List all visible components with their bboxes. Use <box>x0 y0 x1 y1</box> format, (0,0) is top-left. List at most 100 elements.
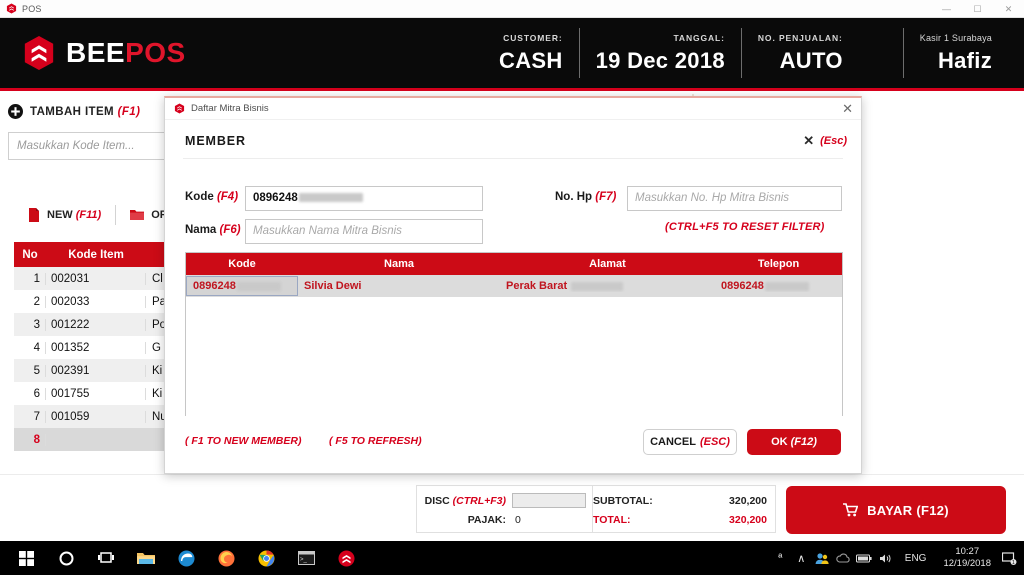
pos-application: POS — ☐ ✕ BEEPOS CUSTOMER: CASH TANGGAL:… <box>0 0 1024 575</box>
open-folder-icon <box>130 210 145 220</box>
mitra-bisnis-grid: Kode Nama Alamat Telepon 0896248 Silvia … <box>185 252 843 417</box>
row-no: 2 <box>14 295 46 308</box>
kode-input-field[interactable]: 0896248 <box>245 186 483 211</box>
beepos-app-icon[interactable] <box>326 541 366 575</box>
tanggal-value: 19 Dec 2018 <box>595 47 725 73</box>
ok-button[interactable]: OK (F12) <box>747 429 841 455</box>
row-no: 4 <box>14 341 46 354</box>
column-telepon: Telepon <box>757 258 800 270</box>
header-field-customer: CUSTOMER: CASH <box>483 28 579 78</box>
cancel-button[interactable]: CANCEL (ESC) <box>643 429 737 455</box>
modal-close-icon[interactable]: ✕ <box>842 100 853 118</box>
tambah-item-button[interactable]: TAMBAH ITEM (F1) <box>8 104 140 119</box>
new-button[interactable]: NEW (F11) <box>14 202 115 228</box>
kasir-value: Hafiz <box>937 47 992 73</box>
tambah-item-label: TAMBAH ITEM (F1) <box>30 105 141 118</box>
row-no: 1 <box>14 272 46 285</box>
refresh-hint: ( F5 TO REFRESH) <box>329 435 422 447</box>
window-title-label: POS <box>22 3 42 14</box>
pajak-row: PAJAK: 0 <box>417 510 586 529</box>
document-toolbar: NEW (F11) OP <box>14 202 181 228</box>
chrome-browser-icon[interactable] <box>246 541 286 575</box>
beepos-icon <box>6 3 17 14</box>
modal-heading-row: MEMBER ✕ (Esc) <box>165 120 861 149</box>
column-no: No <box>22 248 38 261</box>
subtotal-value: 320,200 <box>729 494 767 507</box>
new-button-label: NEW (F11) <box>47 209 102 221</box>
table-row[interactable]: 0896248 Silvia Dewi Perak Barat 0896248 <box>186 275 842 297</box>
modal-esc-button[interactable]: ✕ (Esc) <box>803 133 847 149</box>
volume-icon[interactable] <box>875 541 896 575</box>
total-value: 320,200 <box>729 513 767 526</box>
svg-text:>_: >_ <box>300 557 308 563</box>
totals-right: SUBTOTAL: 320,200 TOTAL: 320,200 <box>593 486 775 532</box>
row-kode: 002031 <box>46 272 146 285</box>
header-field-kasir: Kasir 1 Surabaya Hafiz <box>904 28 1008 78</box>
disc-label: DISC (CTRL+F3) <box>424 494 506 507</box>
plus-circle-icon <box>8 104 23 119</box>
header-fields: CUSTOMER: CASH TANGGAL: 19 Dec 2018 NO. … <box>483 17 1024 90</box>
row-kode: 002391 <box>46 364 146 377</box>
firefox-browser-icon[interactable] <box>206 541 246 575</box>
windows-start-icon[interactable] <box>6 541 46 575</box>
bayar-button[interactable]: BAYAR (F12) <box>786 486 1006 534</box>
clock-date: 12/19/2018 <box>943 558 991 569</box>
total-row: TOTAL: 320,200 <box>593 510 767 529</box>
app-header: BEEPOS CUSTOMER: CASH TANGGAL: 19 Dec 20… <box>0 18 1024 91</box>
modal-filter-form: Kode (F4) 0896248 Nama (F6) Masukkan Nam… <box>165 169 861 245</box>
redacted-text <box>571 281 624 291</box>
redacted-text <box>298 193 363 203</box>
customer-value: CASH <box>499 47 563 73</box>
clock-time: 10:27 <box>955 546 980 557</box>
terminal-icon[interactable]: >_ <box>286 541 326 575</box>
notification-icon[interactable]: 1 <box>999 541 1020 575</box>
column-kode-item: Kode Item <box>68 248 124 261</box>
disc-input[interactable] <box>512 493 586 508</box>
logo-bee-text: BEE <box>66 37 126 68</box>
column-kode: Kode <box>228 258 256 270</box>
row-no: 6 <box>14 387 46 400</box>
pajak-value: 0 <box>515 513 521 526</box>
people-icon[interactable] <box>812 541 833 575</box>
hp-input-field[interactable]: Masukkan No. Hp Mitra Bisnis <box>627 186 842 211</box>
row-no: 3 <box>14 318 46 331</box>
row-no: 8 <box>14 433 46 446</box>
edge-browser-icon[interactable] <box>166 541 206 575</box>
close-x-icon: ✕ <box>803 133 815 148</box>
cortana-search-icon[interactable] <box>46 541 86 575</box>
row-no: 7 <box>14 410 46 423</box>
mitra-grid-header: Kode Nama Alamat Telepon <box>186 253 842 275</box>
new-member-hint: ( F1 TO NEW MEMBER) <box>185 435 302 447</box>
maximize-button[interactable]: ☐ <box>962 0 993 18</box>
onedrive-icon[interactable] <box>833 541 854 575</box>
language-indicator[interactable]: ENG <box>896 553 936 564</box>
cell-nama: Silvia Dewi <box>304 280 362 292</box>
minimize-button[interactable]: — <box>931 0 962 18</box>
task-view-icon[interactable] <box>86 541 126 575</box>
column-alamat: Alamat <box>589 258 626 270</box>
subtotal-row: SUBTOTAL: 320,200 <box>593 491 767 510</box>
beepos-icon <box>174 103 185 114</box>
chevron-up-icon[interactable]: ∧ <box>791 541 812 575</box>
app-logo-text: BEEPOS <box>66 37 186 69</box>
file-explorer-icon[interactable] <box>126 541 166 575</box>
cell-kode: 0896248 <box>186 276 298 296</box>
reset-filter-hint: (CTRL+F5 TO RESET FILTER) <box>665 221 825 233</box>
row-kode: 001755 <box>46 387 146 400</box>
row-kode: 001222 <box>46 318 146 331</box>
customer-label: CUSTOMER: <box>503 32 563 43</box>
battery-icon[interactable] <box>854 541 875 575</box>
window-controls: — ☐ ✕ <box>931 0 1024 18</box>
header-field-tanggal: TANGGAL: 19 Dec 2018 <box>580 28 741 78</box>
totals-left: DISC (CTRL+F3) PAJAK: 0 <box>417 486 593 532</box>
hp-field-label: No. Hp (F7) <box>555 191 617 203</box>
pen-icon[interactable]: ª <box>770 541 791 575</box>
kode-field-label: Kode (F4) <box>185 191 239 203</box>
row-kode: 001059 <box>46 410 146 423</box>
subtotal-label: SUBTOTAL: <box>593 494 653 507</box>
nama-input-field[interactable]: Masukkan Nama Mitra Bisnis <box>245 219 483 244</box>
clock[interactable]: 10:27 12/19/2018 <box>935 546 999 570</box>
close-button[interactable]: ✕ <box>993 0 1024 18</box>
totals-box: DISC (CTRL+F3) PAJAK: 0 SUBTOTAL: 320,20… <box>416 485 776 533</box>
column-nama: Nama <box>384 258 414 270</box>
